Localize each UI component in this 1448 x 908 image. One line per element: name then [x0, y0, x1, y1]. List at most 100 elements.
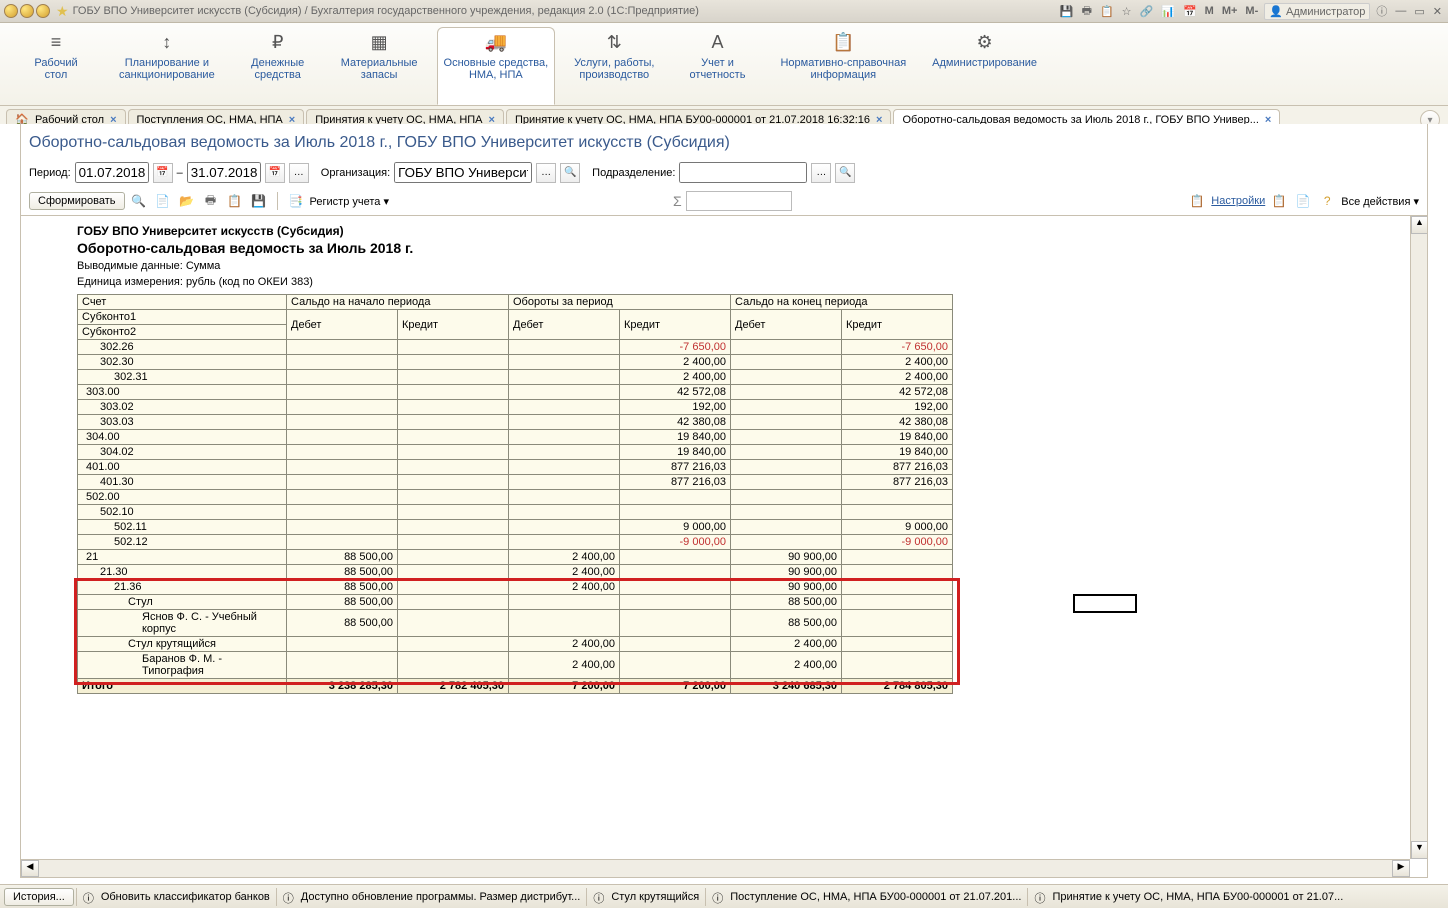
settings-link[interactable]: Настройки — [1211, 195, 1265, 207]
statusbar-item-1[interactable]: ⓘДоступно обновление программы. Размер д… — [276, 888, 587, 906]
register-dropdown[interactable]: Регистр учета ▾ — [310, 195, 389, 208]
help-icon[interactable]: ? — [1317, 191, 1337, 211]
scroll-right-icon[interactable]: ▶ — [1392, 860, 1410, 877]
cell-sd — [287, 475, 398, 490]
section-0[interactable]: ≡Рабочийстол — [12, 27, 100, 105]
save-variant-icon[interactable]: 📄 — [153, 191, 173, 211]
table-row[interactable]: 302.302 400,002 400,00 — [78, 355, 953, 370]
org-input[interactable] — [394, 162, 532, 183]
table-row[interactable]: 21.3688 500,002 400,0090 900,00 — [78, 580, 953, 595]
zoom-icon[interactable]: 🔍 — [129, 191, 149, 211]
section-3[interactable]: ▦Материальныезапасы — [334, 27, 425, 105]
memory-mminus[interactable]: M- — [1243, 5, 1260, 17]
table-row[interactable]: 502.00 — [78, 490, 953, 505]
minimize-icon[interactable]: — — [1393, 5, 1408, 17]
cell-ec — [842, 580, 953, 595]
calendar-icon[interactable]: 📅 — [1181, 5, 1199, 18]
statusbar-item-3[interactable]: ⓘПоступление ОС, НМА, НПА БУ00-000001 от… — [705, 888, 1027, 906]
export-icon[interactable]: 📋 — [225, 191, 245, 211]
app-menu-icon[interactable] — [36, 4, 50, 18]
copy-icon[interactable]: 📋 — [1098, 5, 1116, 18]
vertical-scrollbar[interactable]: ▲ ▼ — [1410, 216, 1427, 859]
admin-button[interactable]: 👤 Администратор — [1264, 3, 1370, 20]
statusbar-item-4[interactable]: ⓘПринятие к учету ОС, НМА, НПА БУ00-0000… — [1027, 888, 1349, 906]
cell-account: 303.03 — [78, 415, 287, 430]
close-icon[interactable]: ✕ — [1431, 5, 1444, 18]
history-button[interactable]: История... — [4, 888, 74, 906]
table-row[interactable]: 302.312 400,002 400,00 — [78, 370, 953, 385]
info-icon[interactable]: ⓘ — [1374, 3, 1389, 19]
memory-mplus[interactable]: M+ — [1220, 5, 1240, 17]
diskette-icon[interactable]: 💾 — [249, 191, 269, 211]
section-7[interactable]: 📋Нормативно-справочнаяинформация — [773, 27, 913, 105]
table-row[interactable]: 502.12-9 000,00-9 000,00 — [78, 535, 953, 550]
section-4[interactable]: 🚚Основные средства,НМА, НПА — [437, 27, 556, 105]
report-table: Счет Сальдо на начало периода Обороты за… — [77, 294, 953, 694]
print-icon[interactable]: 🖶 — [1080, 2, 1094, 21]
org-open-button[interactable]: 🔍 — [560, 163, 580, 183]
period-select-button[interactable]: … — [289, 163, 309, 183]
date-from-picker-icon[interactable]: 📅 — [153, 163, 173, 183]
app-chevron-icon[interactable] — [20, 4, 34, 18]
save-icon[interactable]: 💾 — [1058, 5, 1076, 18]
scroll-up-icon[interactable]: ▲ — [1411, 216, 1427, 234]
memory-m[interactable]: M — [1203, 5, 1216, 17]
date-to-input[interactable] — [187, 162, 261, 183]
table-row[interactable]: Стул88 500,0088 500,00 — [78, 595, 953, 610]
sigma-input[interactable] — [686, 191, 792, 211]
link-icon[interactable]: 🔗 — [1138, 5, 1156, 18]
calc-icon[interactable]: 📊 — [1159, 5, 1177, 18]
table-row[interactable]: 303.02192,00192,00 — [78, 400, 953, 415]
table-row[interactable]: 21.3088 500,002 400,0090 900,00 — [78, 565, 953, 580]
favorite-icon[interactable]: ★ — [56, 3, 69, 20]
cell-account: 401.30 — [78, 475, 287, 490]
print-icon[interactable]: 🖶 — [201, 191, 221, 211]
section-icon: ⇅ — [607, 32, 622, 53]
org-select-button[interactable]: … — [536, 163, 556, 183]
table-row[interactable]: Баранов Ф. М. - Типография2 400,002 400,… — [78, 652, 953, 679]
form-button[interactable]: Сформировать — [29, 192, 125, 210]
tool-icon-2[interactable]: 📄 — [1293, 191, 1313, 211]
table-row[interactable]: 502.119 000,009 000,00 — [78, 520, 953, 535]
maximize-icon[interactable]: ▭ — [1412, 5, 1426, 18]
table-row[interactable]: 401.00877 216,03877 216,03 — [78, 460, 953, 475]
dept-select-button[interactable]: … — [811, 163, 831, 183]
section-1[interactable]: ↕Планирование исанкционирование — [112, 27, 222, 105]
table-row[interactable]: 502.10 — [78, 505, 953, 520]
table-row[interactable]: 303.0342 380,0842 380,08 — [78, 415, 953, 430]
register-icon[interactable]: 📑 — [286, 191, 306, 211]
date-from-input[interactable] — [75, 162, 149, 183]
cell-ec: 2 400,00 — [842, 355, 953, 370]
info-icon: ⓘ — [712, 890, 726, 904]
table-row[interactable]: Стул крутящийся2 400,002 400,00 — [78, 637, 953, 652]
scroll-down-icon[interactable]: ▼ — [1411, 841, 1427, 859]
report-area[interactable]: ГОБУ ВПО Университет искусств (Субсидия)… — [21, 216, 1427, 877]
table-row[interactable]: 303.0042 572,0842 572,08 — [78, 385, 953, 400]
tool-icon-1[interactable]: 📋 — [1269, 191, 1289, 211]
scroll-left-icon[interactable]: ◀ — [21, 860, 39, 877]
table-row[interactable]: 2188 500,002 400,0090 900,00 — [78, 550, 953, 565]
statusbar-item-0[interactable]: ⓘОбновить классификатор банков — [76, 888, 276, 906]
cell-ed — [731, 475, 842, 490]
cell-account: 304.00 — [78, 430, 287, 445]
cell-ec — [842, 637, 953, 652]
section-5[interactable]: ⇅Услуги, работы,производство — [567, 27, 661, 105]
dept-input[interactable] — [679, 162, 807, 183]
statusbar-item-2[interactable]: ⓘСтул крутящийся — [586, 888, 705, 906]
settings-icon[interactable]: 📋 — [1187, 191, 1207, 211]
star-icon[interactable]: ☆ — [1120, 5, 1134, 18]
section-8[interactable]: ⚙Администрирование — [925, 27, 1044, 105]
table-row[interactable]: Яснов Ф. С. - Учебный корпус88 500,0088 … — [78, 610, 953, 637]
section-2[interactable]: ₽Денежныесредства — [234, 27, 322, 105]
table-row[interactable]: 304.0019 840,0019 840,00 — [78, 430, 953, 445]
table-row[interactable]: 304.0219 840,0019 840,00 — [78, 445, 953, 460]
table-row[interactable]: 302.26-7 650,00-7 650,00 — [78, 340, 953, 355]
table-row[interactable]: 401.30877 216,03877 216,03 — [78, 475, 953, 490]
date-to-picker-icon[interactable]: 📅 — [265, 163, 285, 183]
horizontal-scrollbar[interactable]: ◀ ▶ — [21, 859, 1410, 877]
dept-open-button[interactable]: 🔍 — [835, 163, 855, 183]
table-total-row: Итого3 238 285,302 782 405,307 200,007 2… — [78, 679, 953, 694]
all-actions-dropdown[interactable]: Все действия ▾ — [1341, 195, 1419, 208]
load-variant-icon[interactable]: 📂 — [177, 191, 197, 211]
section-6[interactable]: AУчет иотчетность — [673, 27, 761, 105]
